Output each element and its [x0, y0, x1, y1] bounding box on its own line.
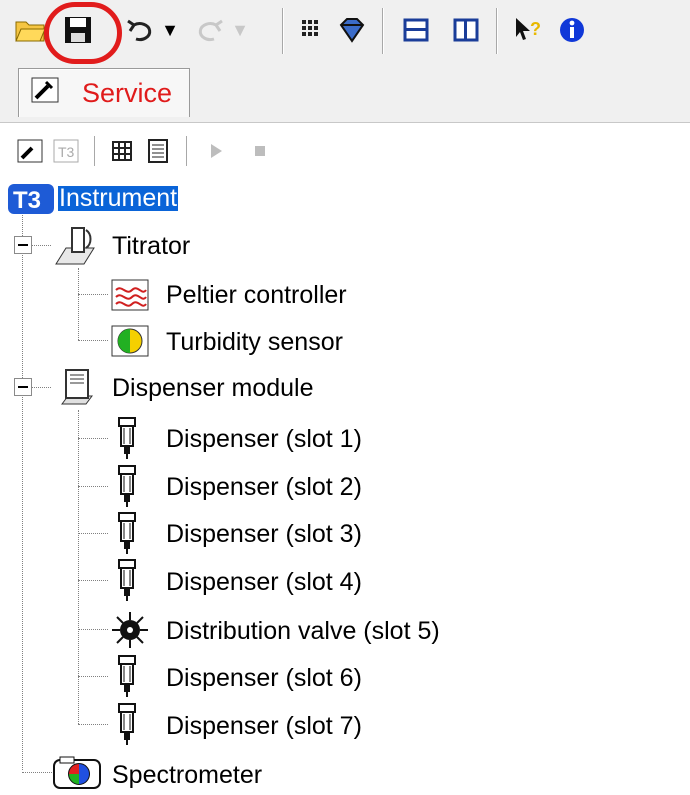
whats-this-help-icon[interactable]: ?	[508, 10, 548, 50]
tree-connector	[31, 387, 51, 388]
tree-node-distribution-valve-slot-5[interactable]: Distribution valve (slot 5)	[166, 619, 440, 644]
tree-connector	[78, 676, 108, 677]
tree-node-peltier-controller[interactable]: Peltier controller	[166, 283, 347, 308]
tree-connector	[78, 486, 108, 487]
tree-connector	[78, 340, 108, 341]
tree-node-dispenser-slot-6[interactable]: Dispenser (slot 6)	[166, 666, 362, 691]
play-icon[interactable]	[200, 135, 232, 167]
dispenser-icon	[114, 702, 140, 751]
toolbar-separator	[382, 8, 384, 54]
turbidity-icon	[110, 324, 150, 363]
toolbar-separator	[496, 8, 498, 54]
redo-icon[interactable]	[190, 10, 230, 50]
tree-connector	[78, 268, 79, 340]
grid-icon[interactable]	[292, 10, 332, 50]
tree-toolbar	[0, 130, 690, 174]
dispenser-icon	[114, 464, 140, 513]
tree-connector	[78, 533, 108, 534]
redo-dropdown-icon[interactable]: ▼	[230, 10, 250, 50]
svg-text:T3: T3	[58, 144, 75, 160]
tree-connector	[22, 210, 23, 770]
tree-connector	[22, 772, 52, 773]
dispenser-icon	[114, 558, 140, 607]
dispenser-icon	[114, 416, 140, 465]
table-icon[interactable]	[106, 135, 138, 167]
split-horizontal-icon[interactable]	[396, 10, 436, 50]
tree-connector	[31, 245, 51, 246]
peltier-icon	[110, 278, 150, 317]
tree-connector	[78, 629, 108, 630]
dispenser-module-icon	[56, 366, 96, 413]
dispenser-icon	[114, 654, 140, 703]
tree-node-turbidity-sensor[interactable]: Turbidity sensor	[166, 330, 343, 355]
tree-node-dispenser-slot-1[interactable]: Dispenser (slot 1)	[166, 427, 362, 452]
gem-icon[interactable]	[332, 10, 372, 50]
valve-icon	[110, 610, 150, 655]
tree-connector	[78, 580, 108, 581]
save-highlight-annotation	[44, 2, 122, 64]
undo-icon[interactable]	[120, 10, 160, 50]
t3-logo-icon: T3	[8, 184, 54, 219]
tree-node-dispenser-module[interactable]: Dispenser module	[112, 376, 314, 401]
collapse-titrator-toggle[interactable]	[14, 236, 32, 254]
tree-node-titrator[interactable]: Titrator	[112, 234, 190, 259]
titrator-icon	[52, 224, 98, 273]
collapse-dispenser-module-toggle[interactable]	[14, 378, 32, 396]
toolbar-separator	[282, 8, 284, 54]
svg-text:?: ?	[530, 19, 541, 39]
tree-connector	[78, 438, 108, 439]
stop-icon[interactable]	[244, 135, 276, 167]
tree-root-instrument[interactable]: Instrument	[58, 186, 179, 211]
tree-node-dispenser-slot-7[interactable]: Dispenser (slot 7)	[166, 714, 362, 739]
tree-node-dispenser-slot-2[interactable]: Dispenser (slot 2)	[166, 475, 362, 500]
service-icon[interactable]	[14, 135, 46, 167]
tree-node-spectrometer[interactable]: Spectrometer	[112, 763, 262, 788]
info-icon[interactable]	[552, 10, 592, 50]
undo-dropdown-icon[interactable]: ▼	[160, 10, 180, 50]
split-vertical-icon[interactable]	[446, 10, 486, 50]
toolbar-separator	[94, 136, 96, 166]
svg-text:T3: T3	[13, 187, 41, 214]
list-icon[interactable]	[142, 135, 174, 167]
tree-connector	[78, 294, 108, 295]
service-icon	[30, 76, 60, 109]
tree-node-dispenser-slot-3[interactable]: Dispenser (slot 3)	[166, 522, 362, 547]
dispenser-icon	[114, 511, 140, 560]
tab-service-label: Service	[82, 78, 173, 108]
tree-node-dispenser-slot-4[interactable]: Dispenser (slot 4)	[166, 570, 362, 595]
t3-disabled-icon[interactable]: T3	[50, 135, 82, 167]
toolbar-separator	[186, 136, 188, 166]
spectrometer-icon	[52, 756, 102, 795]
instrument-tree: T3 Instrument Titrator Peltier controlle…	[0, 176, 690, 794]
tree-connector	[78, 724, 108, 725]
